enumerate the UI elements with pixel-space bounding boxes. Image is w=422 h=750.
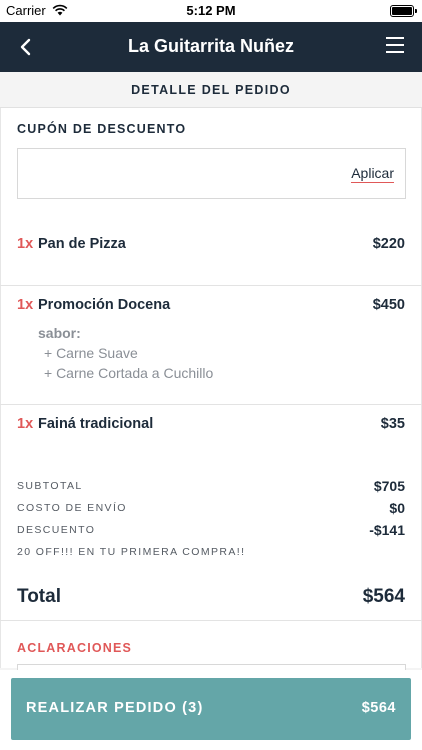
item-quantity: 1x [17, 236, 34, 252]
place-order-button[interactable]: REALIZAR PEDIDO (3) $564 [11, 678, 411, 740]
battery-icon [390, 5, 417, 17]
item-price: $220 [372, 236, 405, 252]
place-order-label: REALIZAR PEDIDO (3) [26, 700, 204, 716]
apply-coupon-button[interactable]: Aplicar [351, 165, 394, 183]
promo-note: 20 OFF!!! EN TU PRIMERA COMPRA!! [17, 546, 246, 558]
shipping-label: COSTO DE ENVÍO [17, 502, 127, 514]
modifier-option: + Carne Suave [44, 345, 138, 361]
item-quantity: 1x [17, 416, 34, 432]
restaurant-title: La Guitarrita Nuñez [127, 36, 295, 56]
shipping-row: COSTO DE ENVÍO $0 [17, 500, 405, 522]
subtotal-value: $705 [373, 478, 405, 494]
notes-label: ACLARACIONES [17, 641, 133, 655]
item-name: Fainá tradicional [38, 416, 154, 432]
total-label: Total [17, 586, 61, 607]
discount-row: DESCUENTO -$141 [17, 522, 405, 544]
subtotal-label: SUBTOTAL [17, 480, 83, 492]
status-bar: Carrier 5:12 PM [0, 0, 422, 22]
item-price: $450 [372, 297, 405, 313]
item-name: Pan de Pizza [38, 236, 126, 252]
place-order-price: $564 [361, 700, 396, 716]
total-value: $564 [362, 586, 405, 607]
modifier-option: + Carne Cortada a Cuchillo [44, 365, 214, 381]
discount-label: DESCUENTO [17, 524, 96, 536]
coupon-label: CUPÓN DE DESCUENTO [17, 122, 187, 136]
hamburger-menu-icon[interactable] [386, 37, 404, 55]
coupon-field: Aplicar [17, 148, 406, 199]
shipping-value: $0 [389, 500, 405, 516]
item-name: Promoción Docena [38, 297, 171, 313]
discount-value: -$141 [369, 522, 405, 538]
item-price: $35 [380, 416, 405, 432]
subtotal-row: SUBTOTAL $705 [17, 478, 405, 500]
divider [0, 285, 422, 286]
coupon-input[interactable] [28, 161, 328, 187]
item-quantity: 1x [17, 297, 34, 313]
nav-bar: La Guitarrita Nuñez [0, 22, 422, 72]
divider [0, 404, 422, 405]
back-arrow-icon[interactable] [14, 34, 40, 60]
modifier-label: sabor: [38, 325, 81, 341]
section-title: DETALLE DEL PEDIDO [0, 72, 422, 108]
clock: 5:12 PM [186, 3, 236, 18]
divider [0, 620, 422, 621]
item-modifiers: sabor: + Carne Suave + Carne Cortada a C… [38, 325, 213, 385]
